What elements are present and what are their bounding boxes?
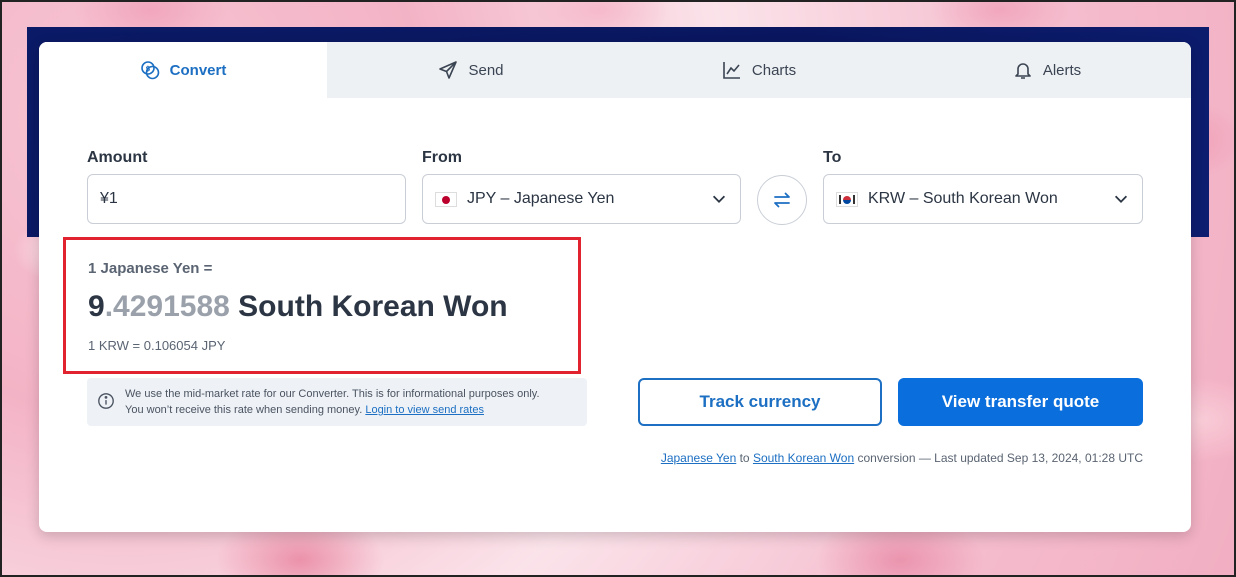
tab-send-label: Send xyxy=(468,61,504,79)
amount-input[interactable] xyxy=(100,190,393,208)
login-send-rates-link[interactable]: Login to view send rates xyxy=(365,404,484,416)
from-currency-select[interactable]: JPY – Japanese Yen xyxy=(422,174,741,224)
footer-to-word: to xyxy=(739,451,750,465)
paper-plane-icon xyxy=(439,61,458,79)
result-from-text: 1 Japanese Yen = xyxy=(88,260,213,277)
japanese-yen-link[interactable]: Japanese Yen xyxy=(661,451,736,465)
tab-convert-label: Convert xyxy=(169,61,227,79)
info-icon xyxy=(98,393,114,409)
result-inverse-rate: 1 KRW = 0.106054 JPY xyxy=(88,338,226,353)
korea-flag-icon xyxy=(836,191,858,207)
to-currency-select[interactable]: KRW – South Korean Won xyxy=(823,174,1143,224)
swap-currencies-button[interactable] xyxy=(757,175,807,225)
tab-alerts[interactable]: Alerts xyxy=(903,42,1191,98)
coins-icon: $ xyxy=(140,61,159,80)
conversion-result-highlight: 1 Japanese Yen = 9.4291588 South Korean … xyxy=(63,237,581,374)
from-label: From xyxy=(422,149,462,166)
japan-flag-icon xyxy=(435,191,457,207)
tab-charts-label: Charts xyxy=(751,61,797,79)
tab-alerts-label: Alerts xyxy=(1042,61,1082,79)
view-transfer-quote-button[interactable]: View transfer quote xyxy=(898,378,1143,426)
line-chart-icon xyxy=(723,62,740,79)
amount-label: Amount xyxy=(87,149,148,166)
result-main-value: 9.4291588 South Korean Won xyxy=(88,290,508,324)
tab-charts[interactable]: Charts xyxy=(615,42,903,98)
footer-updated-text: conversion — Last updated Sep 13, 2024, … xyxy=(857,451,1143,465)
tab-bar: $ Convert Send Charts Alerts xyxy=(39,42,1191,98)
info-line-1: We use the mid-market rate for our Conve… xyxy=(125,388,540,400)
chevron-down-icon xyxy=(712,195,726,203)
converter-card: $ Convert Send Charts Alerts Amount Fro xyxy=(39,42,1191,532)
chevron-down-icon xyxy=(1114,195,1128,203)
south-korean-won-link[interactable]: South Korean Won xyxy=(753,451,854,465)
tab-send[interactable]: Send xyxy=(327,42,615,98)
result-unit: South Korean Won xyxy=(229,290,508,323)
to-label: To xyxy=(823,149,842,166)
result-decimals: .4291588 xyxy=(104,290,230,323)
info-line-2: You won’t receive this rate when sending… xyxy=(125,402,577,418)
amount-field-wrap xyxy=(87,174,406,224)
tab-convert[interactable]: $ Convert xyxy=(39,42,327,98)
swap-arrows-icon xyxy=(774,192,790,208)
svg-text:$: $ xyxy=(145,65,150,73)
to-currency-value: KRW – South Korean Won xyxy=(868,190,1058,207)
bell-icon xyxy=(1015,63,1031,79)
info-line-2-text: You won’t receive this rate when sending… xyxy=(125,404,363,416)
from-currency-value: JPY – Japanese Yen xyxy=(467,190,615,207)
result-integer: 9 xyxy=(88,290,105,323)
info-notice: We use the mid-market rate for our Conve… xyxy=(87,378,587,426)
track-currency-button[interactable]: Track currency xyxy=(638,378,882,426)
last-updated-line: Japanese Yen to South Korean Won convers… xyxy=(661,451,1143,465)
